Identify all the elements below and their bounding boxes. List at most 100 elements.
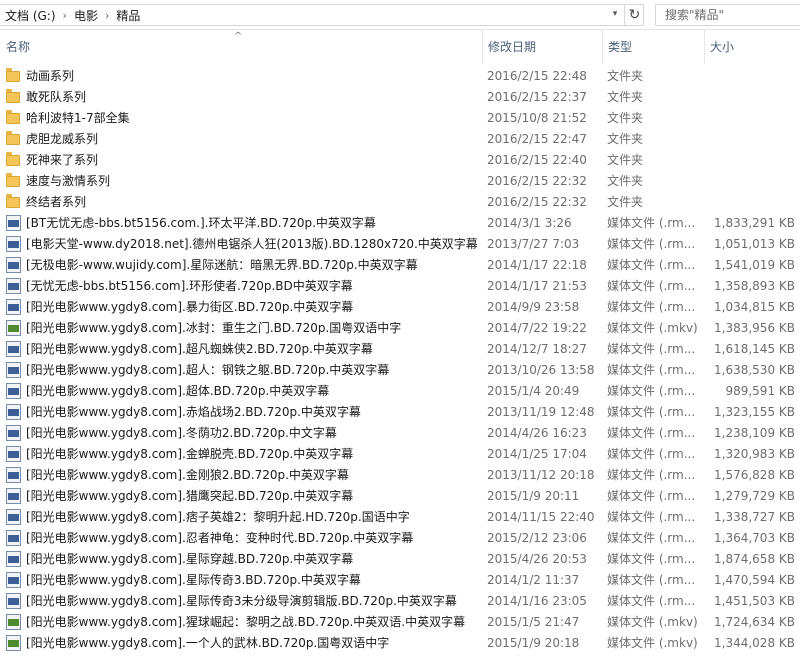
file-date: 2014/3/1 3:26 [487,216,572,230]
file-name: [阳光电影www.ygdy8.com].冬荫功2.BD.720p.中文字幕 [26,426,337,440]
file-row[interactable]: [阳光电影www.ygdy8.com].星际传奇3未分级导演剪辑版.BD.720… [0,591,800,612]
folder-icon [5,131,22,148]
file-row[interactable]: 敢死队系列 2016/2/15 22:37 文件夹 [0,87,800,108]
file-size: 1,338,727 KB [714,510,795,524]
refresh-icon[interactable]: ↻ [624,4,644,26]
file-date: 2016/2/15 22:47 [487,132,587,146]
file-row[interactable]: [无极电影-www.wujidy.com].星际迷航：暗黑无界.BD.720p.… [0,255,800,276]
file-type: 媒体文件 (.rm... [607,594,696,608]
file-date: 2014/4/26 16:23 [487,426,587,440]
file-row[interactable]: [阳光电影www.ygdy8.com].超人：钢铁之躯.BD.720p.中英双字… [0,360,800,381]
folder-icon [5,173,22,190]
file-type: 文件夹 [607,111,644,125]
chevron-right-icon[interactable]: › [59,9,71,22]
rmvb-file-icon [5,257,22,274]
file-row[interactable]: 死神来了系列 2016/2/15 22:40 文件夹 [0,150,800,171]
rmvb-file-icon [5,215,22,232]
file-row[interactable]: [阳光电影www.ygdy8.com].猎鹰突起.BD.720p.中英双字幕 20… [0,486,800,507]
breadcrumb[interactable]: 文档 (G:) › 电影 › 精品 [0,4,644,26]
file-row[interactable]: [阳光电影www.ygdy8.com].超凡蜘蛛侠2.BD.720p.中英双字幕… [0,339,800,360]
file-name: [阳光电影www.ygdy8.com].超凡蜘蛛侠2.BD.720p.中英双字幕 [26,342,373,356]
file-row[interactable]: [无忧无虑-bbs.bt5156.com].环形使者.720p.BD中英双字幕 2… [0,276,800,297]
column-size[interactable]: 大小 [704,30,800,64]
file-row[interactable]: 终结者系列 2016/2/15 22:32 文件夹 [0,192,800,213]
file-date: 2015/1/9 20:18 [487,636,580,650]
file-row[interactable]: 动画系列 2016/2/15 22:48 文件夹 [0,66,800,87]
file-size: 1,874,658 KB [714,552,795,566]
file-size: 1,618,145 KB [714,342,795,356]
file-row[interactable]: 虎胆龙威系列 2016/2/15 22:47 文件夹 [0,129,800,150]
file-name: 动画系列 [26,69,75,83]
search-box[interactable] [655,4,800,26]
file-date: 2014/7/22 19:22 [487,321,587,335]
file-size [700,171,795,192]
file-name: 敢死队系列 [26,90,87,104]
file-row[interactable]: [阳光电影www.ygdy8.com].星际穿越.BD.720p.中英双字幕 20… [0,549,800,570]
file-size: 989,591 KB [725,384,795,398]
breadcrumb-movies[interactable]: 电影 [71,7,101,24]
file-row[interactable]: [阳光电影www.ygdy8.com].星际传奇3.BD.720p.中英双字幕 2… [0,570,800,591]
file-row[interactable]: [阳光电影www.ygdy8.com].猩球崛起：黎明之战.BD.720p.中英… [0,612,800,633]
file-type: 文件夹 [607,90,644,104]
file-name: [无忧无虑-bbs.bt5156.com].环形使者.720p.BD中英双字幕 [26,279,353,293]
breadcrumb-drive[interactable]: 文档 (G:) [2,7,59,24]
file-type: 媒体文件 (.rm... [607,510,696,524]
file-date: 2014/1/25 17:04 [487,447,587,461]
rmvb-file-icon [5,404,22,421]
file-row[interactable]: 哈利波特1-7部全集 2015/10/8 21:52 文件夹 [0,108,800,129]
file-size [700,66,795,87]
file-row[interactable]: [阳光电影www.ygdy8.com].忍者神龟：变种时代.BD.720p.中英… [0,528,800,549]
file-date: 2014/11/15 22:40 [487,510,595,524]
file-row[interactable]: [阳光电影www.ygdy8.com].暴力街区.BD.720p.中英双字幕 20… [0,297,800,318]
file-row[interactable]: [阳光电影www.ygdy8.com].冰封：重生之门.BD.720p.国粤双语… [0,318,800,339]
column-name[interactable]: 名称 [0,30,482,64]
file-name: 死神来了系列 [26,153,99,167]
file-size: 1,364,703 KB [714,531,795,545]
file-size: 1,358,893 KB [714,279,795,293]
file-type: 媒体文件 (.rm... [607,384,696,398]
file-type: 媒体文件 (.mkv) [607,321,698,335]
file-row[interactable]: [电影天堂-www.dy2018.net].德州电锯杀人狂(2013版).BD.… [0,234,800,255]
search-input[interactable] [665,8,795,22]
file-size: 1,279,729 KB [714,489,795,503]
file-type: 文件夹 [607,153,644,167]
history-dropdown-icon[interactable]: ▾ [606,4,624,24]
file-date: 2016/2/15 22:37 [487,90,587,104]
file-date: 2015/2/12 23:06 [487,531,587,545]
rmvb-file-icon [5,488,22,505]
file-type: 媒体文件 (.rm... [607,363,696,377]
file-date: 2014/1/2 11:37 [487,573,580,587]
chevron-right-icon[interactable]: › [101,9,113,22]
file-size [700,108,795,129]
file-row[interactable]: 速度与激情系列 2016/2/15 22:32 文件夹 [0,171,800,192]
file-size: 1,323,155 KB [714,405,795,419]
file-date: 2016/2/15 22:32 [487,174,587,188]
column-date[interactable]: 修改日期 [482,30,602,64]
column-type[interactable]: 类型 [602,30,704,64]
file-row[interactable]: [阳光电影www.ygdy8.com].痞子英雄2：黎明升起.HD.720p.国… [0,507,800,528]
file-date: 2014/12/7 18:27 [487,342,587,356]
file-size: 1,034,815 KB [714,300,795,314]
file-name: 哈利波特1-7部全集 [26,111,130,125]
file-row[interactable]: [阳光电影www.ygdy8.com].金刚狼2.BD.720p.中英双字幕 20… [0,465,800,486]
file-name: [阳光电影www.ygdy8.com].一个人的武林.BD.720p.国粤双语中… [26,636,390,650]
file-size [700,192,795,213]
file-row[interactable]: [BT无忧无虑-bbs.bt5156.com.].环太平洋.BD.720p.中英… [0,213,800,234]
breadcrumb-current[interactable]: 精品 [113,7,143,24]
file-row[interactable]: [阳光电影www.ygdy8.com].冬荫功2.BD.720p.中文字幕 201… [0,423,800,444]
rmvb-file-icon [5,299,22,316]
file-type: 文件夹 [607,174,644,188]
file-row[interactable]: [阳光电影www.ygdy8.com].一个人的武林.BD.720p.国粤双语中… [0,633,800,654]
file-row[interactable]: [阳光电影www.ygdy8.com].超体.BD.720p.中英双字幕 2015… [0,381,800,402]
file-name: [阳光电影www.ygdy8.com].忍者神龟：变种时代.BD.720p.中英… [26,531,414,545]
file-date: 2015/10/8 21:52 [487,111,587,125]
rmvb-file-icon [5,509,22,526]
folder-icon [5,89,22,106]
file-type: 媒体文件 (.mkv) [607,636,698,650]
file-list: 动画系列 2016/2/15 22:48 文件夹敢死队系列 2016/2/15 22:… [0,66,800,654]
file-row[interactable]: [阳光电影www.ygdy8.com].金蝉脱壳.BD.720p.中英双字幕 20… [0,444,800,465]
file-name: [阳光电影www.ygdy8.com].星际传奇3未分级导演剪辑版.BD.720… [26,594,457,608]
file-date: 2013/10/26 13:58 [487,363,595,377]
file-name: [阳光电影www.ygdy8.com].星际传奇3.BD.720p.中英双字幕 [26,573,361,587]
file-row[interactable]: [阳光电影www.ygdy8.com].赤焰战场2.BD.720p.中英双字幕 2… [0,402,800,423]
